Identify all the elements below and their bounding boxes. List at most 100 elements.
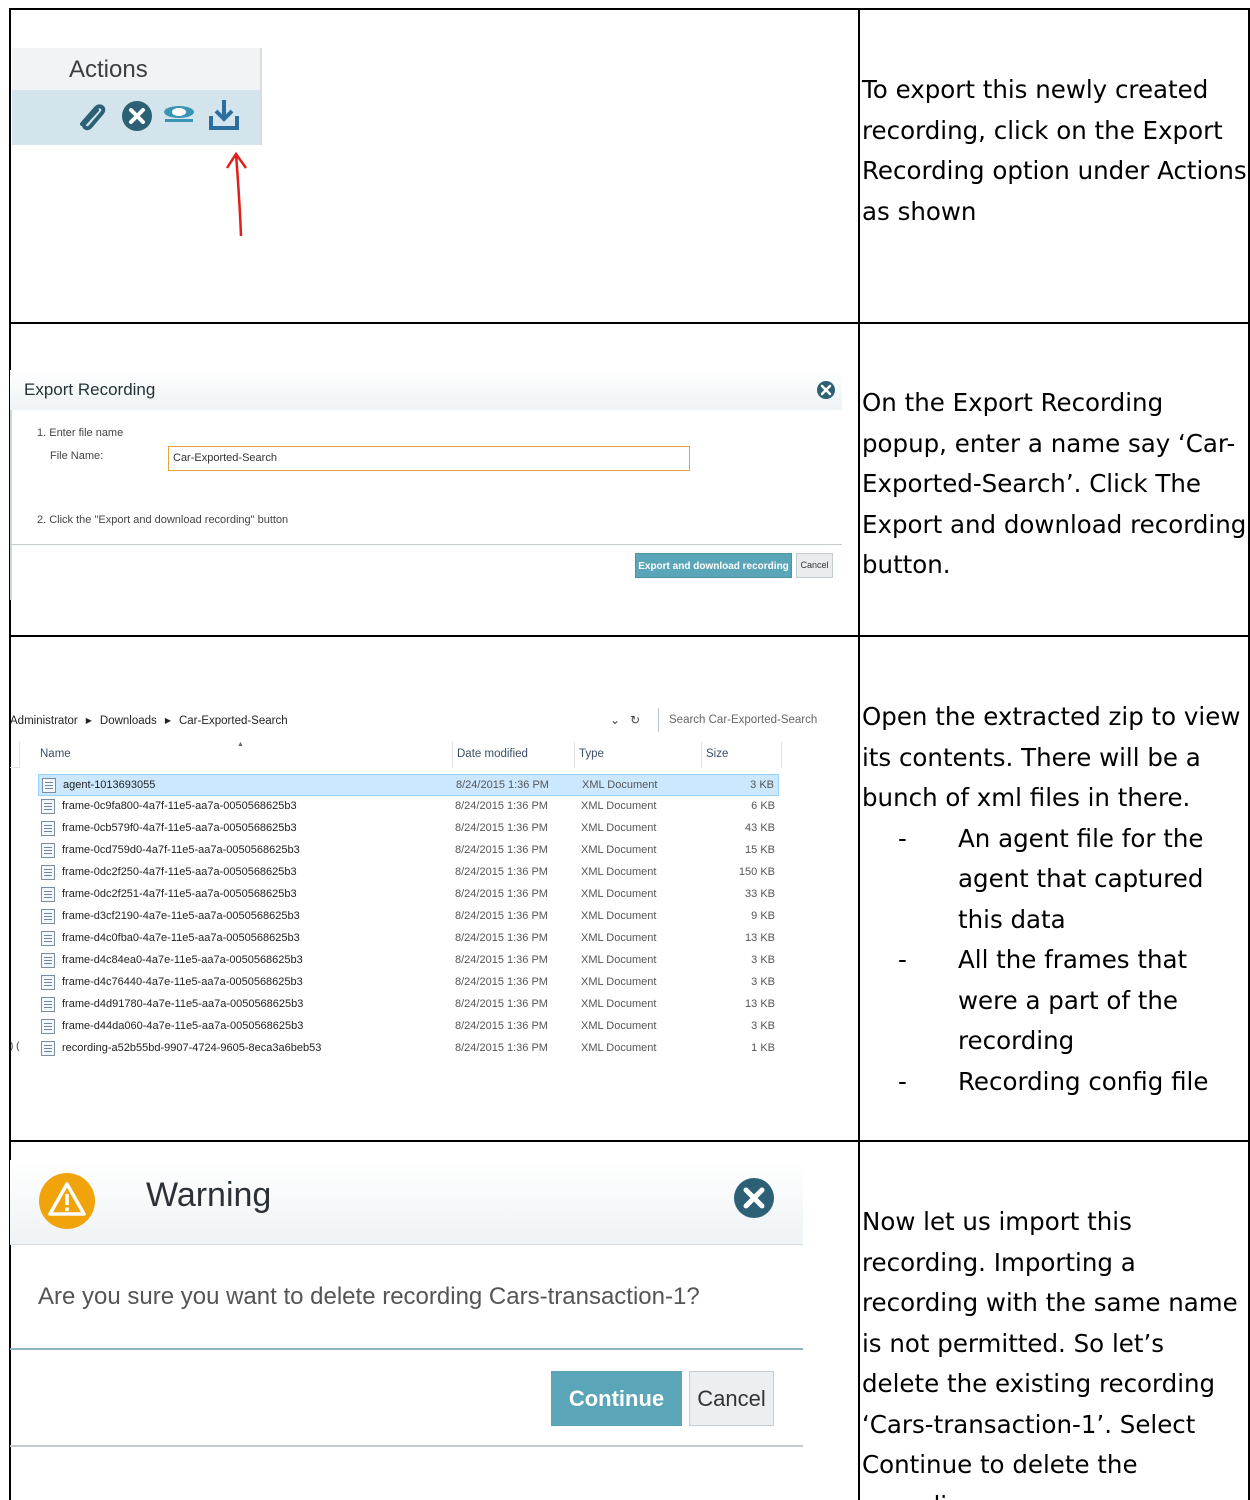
file-date-modified: 8/24/2015 1:36 PM [455, 1020, 548, 1032]
file-name: agent-1013693055 [63, 779, 156, 791]
column-header-date[interactable]: Date modified [453, 742, 575, 768]
bullet-frames: All the frames that were a part of the r… [898, 940, 1247, 1062]
view-icon[interactable] [162, 104, 196, 124]
file-name: recording-a52b55bd-9907-4724-9605-8eca3a… [62, 1042, 322, 1054]
close-icon[interactable] [732, 1176, 776, 1220]
export-download-icon[interactable] [208, 98, 240, 132]
file-size: 3 KB [751, 1020, 775, 1032]
file-row[interactable]: frame-d4c84ea0-4a7e-11e5-aa7a-0050568625… [38, 950, 779, 972]
column-header-name[interactable]: Name [36, 742, 453, 768]
warning-title: Warning [146, 1176, 272, 1214]
bullet-agent-file: An agent file for the agent that capture… [898, 819, 1247, 941]
continue-button[interactable]: Continue [551, 1371, 682, 1426]
file-row[interactable]: recording-a52b55bd-9907-4724-9605-8eca3a… [38, 1038, 779, 1060]
chevron-down-icon[interactable]: ⌄ [610, 713, 620, 727]
delete-icon[interactable] [121, 100, 153, 132]
actions-icon-bar [12, 90, 262, 145]
row2-description: On the Export Recording popup, enter a n… [862, 388, 1247, 579]
file-type: XML Document [581, 888, 657, 900]
file-name: frame-d3cf2190-4a7e-11e5-aa7a-0050568625… [62, 910, 300, 922]
warning-dialog-divider [10, 1348, 803, 1350]
file-date-modified: 8/24/2015 1:36 PM [455, 844, 548, 856]
file-row[interactable]: frame-d4c76440-4a7e-11e5-aa7a-0050568625… [38, 972, 779, 994]
export-and-download-button[interactable]: Export and download recording [635, 553, 792, 578]
file-date-modified: 8/24/2015 1:36 PM [455, 866, 548, 878]
file-explorer: Administrator ▶ Downloads ▶ Car-Exported-Sea… [10, 708, 850, 1068]
file-date-modified: 8/24/2015 1:36 PM [456, 779, 549, 791]
file-row[interactable]: frame-d4c0fba0-4a7e-11e5-aa7a-0050568625… [38, 928, 779, 950]
file-name: frame-d4c84ea0-4a7e-11e5-aa7a-0050568625… [62, 954, 303, 966]
xml-file-icon [41, 1019, 55, 1034]
xml-file-icon [41, 975, 55, 990]
file-type: XML Document [581, 932, 657, 944]
warning-dialog-header: Warning [10, 1160, 803, 1245]
file-type: XML Document [581, 1020, 657, 1032]
xml-file-icon [41, 865, 55, 880]
file-row[interactable]: agent-1013693055 8/24/2015 1:36 PM XML Doc… [38, 774, 779, 796]
table-border-row2 [9, 635, 1250, 637]
file-size: 13 KB [745, 998, 775, 1010]
breadcrumb-item-downloads[interactable]: Downloads [100, 715, 157, 727]
row4-description: Now let us import this recording. Import… [862, 1207, 1238, 1500]
file-date-modified: 8/24/2015 1:36 PM [455, 976, 548, 988]
step-2-label: 2. Click the "Export and download record… [37, 514, 289, 526]
file-size: 150 KB [738, 866, 775, 878]
search-input[interactable]: Search Car-Exported-Search [658, 708, 848, 732]
xml-file-icon [41, 1041, 55, 1056]
bullet-config: Recording config file [898, 1062, 1247, 1103]
xml-file-icon [41, 887, 55, 902]
export-dialog-left-border [10, 410, 12, 600]
file-type: XML Document [581, 998, 657, 1010]
refresh-icon[interactable]: ↻ [630, 713, 640, 727]
file-row[interactable]: frame-d4d91780-4a7e-11e5-aa7a-0050568625… [38, 994, 779, 1016]
warning-dialog-bottom-line [10, 1445, 803, 1447]
export-recording-dialog: Export Recording 1. Enter file name File… [10, 370, 842, 600]
xml-file-icon [41, 799, 55, 814]
warning-icon [39, 1173, 95, 1229]
breadcrumb-item-administrator[interactable]: Administrator [10, 715, 78, 727]
xml-file-icon [41, 931, 55, 946]
row3-intro: Open the extracted zip to view its conte… [862, 702, 1241, 812]
column-header-type[interactable]: Type [575, 742, 702, 768]
warning-dialog: Warning Are you sure you want to delete … [10, 1160, 803, 1490]
file-size: 3 KB [751, 954, 775, 966]
actions-screenshot: Actions [12, 48, 277, 163]
column-header-size[interactable]: Size [702, 742, 782, 768]
file-type: XML Document [581, 910, 657, 922]
file-date-modified: 8/24/2015 1:36 PM [455, 910, 548, 922]
row-edge-mark: ) ( [10, 1041, 20, 1052]
attach-icon[interactable] [76, 100, 110, 132]
close-icon[interactable] [816, 380, 836, 400]
file-row[interactable]: frame-0cd759d0-4a7f-11e5-aa7a-0050568625… [38, 840, 779, 862]
file-name: frame-0dc2f251-4a7f-11e5-aa7a-0050568625… [62, 888, 297, 900]
file-name: frame-0cd759d0-4a7f-11e5-aa7a-0050568625… [62, 844, 300, 856]
file-name: frame-0dc2f250-4a7f-11e5-aa7a-0050568625… [62, 866, 297, 878]
row1-description: To export this newly created recording, … [862, 75, 1247, 226]
file-type: XML Document [581, 822, 657, 834]
file-size: 13 KB [745, 932, 775, 944]
cancel-button[interactable]: Cancel [796, 553, 833, 578]
file-row[interactable]: frame-0dc2f251-4a7f-11e5-aa7a-0050568625… [38, 884, 779, 906]
red-arrow [225, 151, 248, 237]
actions-header: Actions [12, 48, 262, 90]
file-size: 3 KB [750, 779, 774, 791]
breadcrumb-item-folder[interactable]: Car-Exported-Search [179, 715, 288, 727]
file-name-label: File Name: [50, 450, 104, 462]
table-border-mid [858, 8, 860, 1500]
file-size: 6 KB [751, 800, 775, 812]
file-date-modified: 8/24/2015 1:36 PM [455, 932, 548, 944]
export-dialog-header: Export Recording [10, 370, 842, 410]
xml-file-icon [41, 909, 55, 924]
file-row[interactable]: frame-0c9fa800-4a7f-11e5-aa7a-0050568625… [38, 796, 779, 818]
file-date-modified: 8/24/2015 1:36 PM [455, 822, 548, 834]
file-row[interactable]: frame-0cb579f0-4a7f-11e5-aa7a-0050568625… [38, 818, 779, 840]
file-row[interactable]: frame-d3cf2190-4a7e-11e5-aa7a-0050568625… [38, 906, 779, 928]
file-row[interactable]: frame-0dc2f250-4a7f-11e5-aa7a-0050568625… [38, 862, 779, 884]
table-border-top [9, 8, 1250, 10]
file-name-input[interactable]: Car-Exported-Search [168, 446, 690, 471]
file-name: frame-d44da060-4a7e-11e5-aa7a-0050568625… [62, 1020, 304, 1032]
file-type: XML Document [581, 866, 657, 878]
file-row[interactable]: frame-d44da060-4a7e-11e5-aa7a-0050568625… [38, 1016, 779, 1038]
file-type: XML Document [582, 779, 658, 791]
cancel-button[interactable]: Cancel [689, 1371, 774, 1426]
